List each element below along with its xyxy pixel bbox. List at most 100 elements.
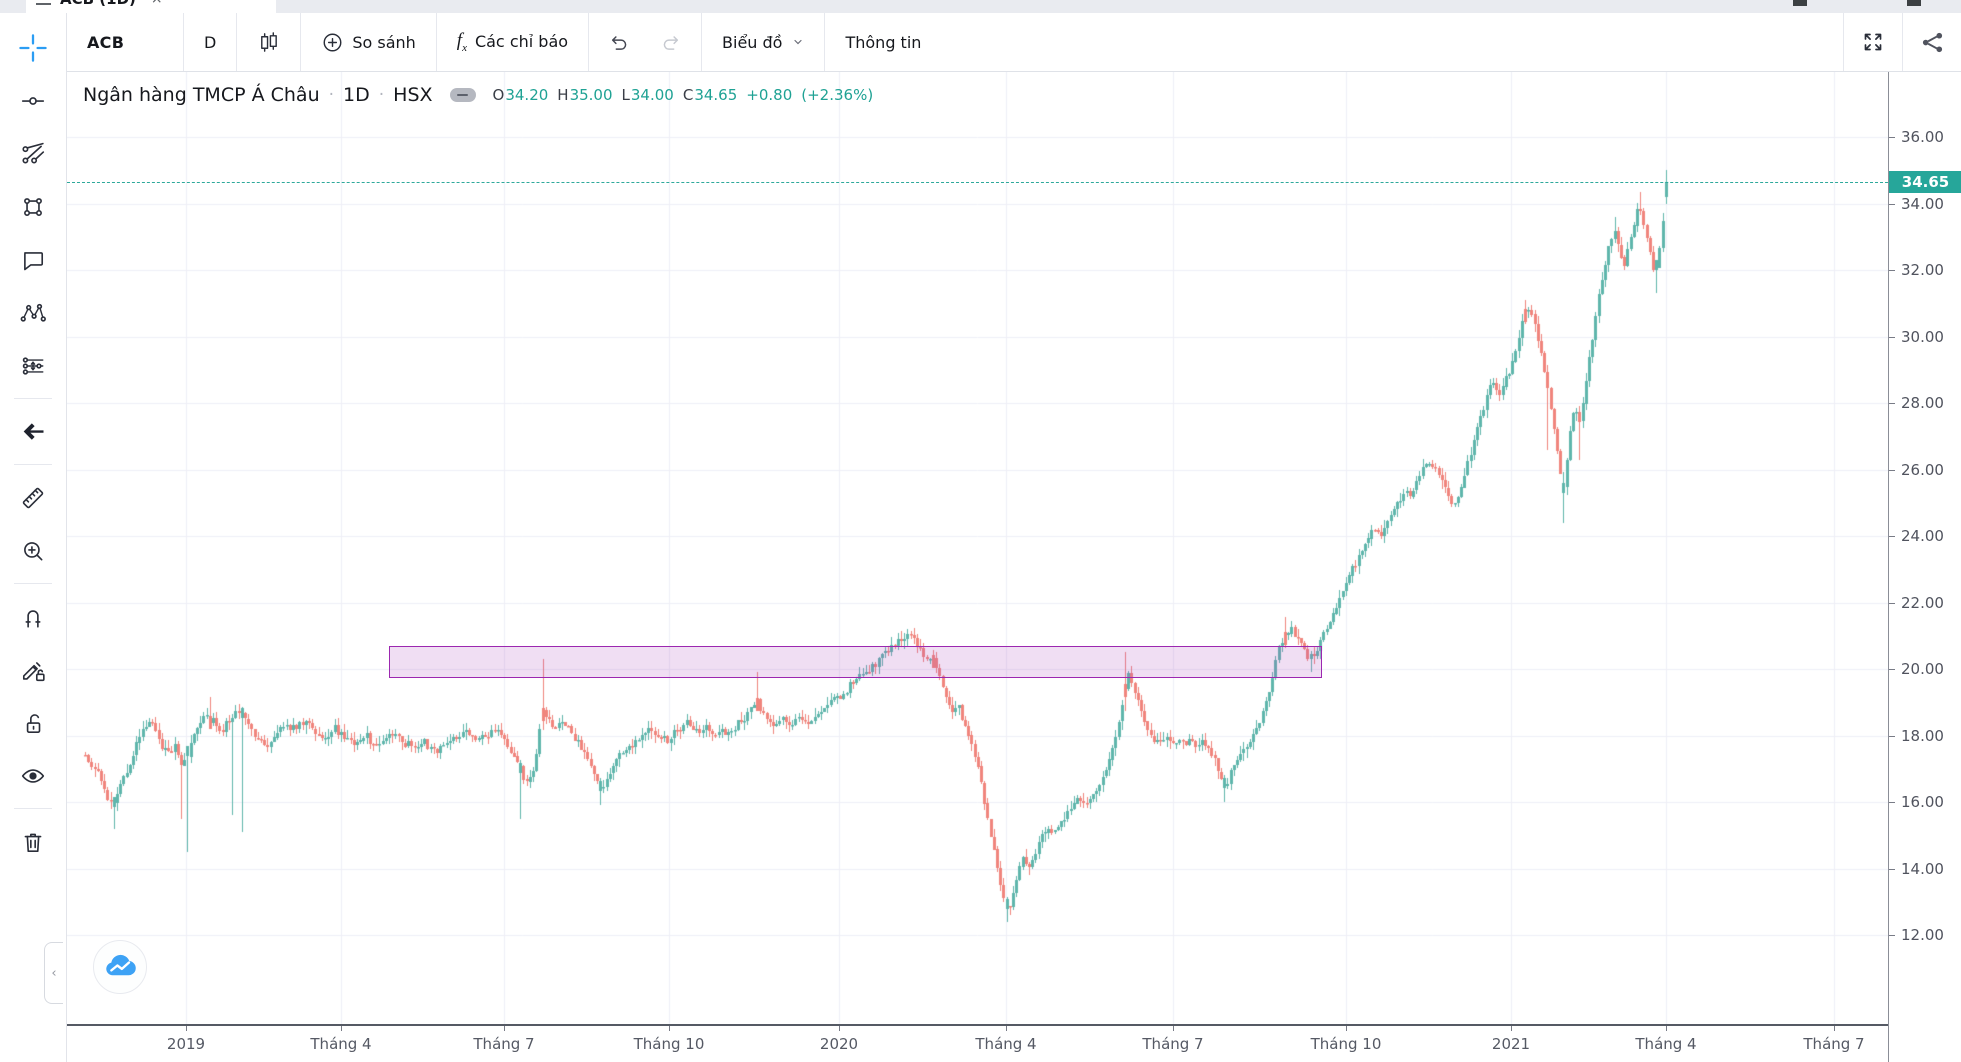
price-axis-label: 20.00 [1901,660,1944,678]
platform-logo-button[interactable] [93,940,147,994]
plus-circle-icon [321,31,344,54]
text-note-tool[interactable] [7,233,59,286]
trend-line-tool[interactable] [7,74,59,127]
symbol-search-button[interactable]: ACB [81,33,169,52]
redo-icon [659,31,681,53]
price-axis-label: 24.00 [1901,527,1944,545]
magnet-tool[interactable] [7,590,59,643]
app-root: ACB (1D) × ACB D So sánh [0,0,1961,1062]
legend-separator: · [379,85,384,105]
ohlc-values: O34.20 H35.00 L34.00 C34.65 +0.80 (+2.36… [493,86,874,104]
chart-plot[interactable]: Ngân hàng TMCP Á Châu · 1D · HSX O34.20 … [67,72,1888,1024]
highlight-zone-rectangle[interactable] [389,646,1322,678]
price-axis-tick [1889,403,1895,404]
current-price-label: 34.65 [1889,171,1961,193]
legend-symbol-title[interactable]: Ngân hàng TMCP Á Châu [83,84,320,106]
time-axis-label: 2020 [820,1035,858,1053]
low-value: 34.00 [631,86,674,104]
price-axis-tick [1889,470,1895,471]
top-toolbar: ACB D So sánh fx Các chỉ báo [67,13,1961,72]
sidebar-collapse-handle[interactable]: ‹ [44,942,63,1004]
chart-tab-title: ACB (1D) [60,0,136,8]
hide-all-drawings-tool[interactable] [7,749,59,802]
compare-button[interactable]: So sánh [315,31,421,54]
price-axis-tick [1889,935,1895,936]
compare-label: So sánh [352,33,415,52]
lock-all-drawings-tool[interactable] [7,696,59,749]
drawing-toolbar [0,13,67,1062]
sidebar-group-divider [14,464,52,465]
clipped-tab-icon [1907,0,1921,6]
chevron-down-icon [792,36,804,48]
indicators-label: Các chỉ báo [475,32,568,51]
time-axis-tick [839,1026,840,1031]
time-axis-tick [1834,1026,1835,1031]
high-value: 35.00 [570,86,613,104]
shapes-tool[interactable] [7,180,59,233]
price-axis-label: 16.00 [1901,793,1944,811]
price-axis-label: 18.00 [1901,727,1944,745]
crosshair-tool[interactable] [7,21,59,74]
undo-button[interactable] [603,31,637,53]
price-axis-tick [1889,137,1895,138]
share-icon [1920,30,1945,55]
legend-collapse-button[interactable] [450,88,476,102]
fullscreen-icon [1861,30,1885,54]
redo-button[interactable] [653,31,687,53]
back-arrow-tool[interactable] [7,405,59,458]
price-axis-label: 30.00 [1901,328,1944,346]
chart-tab[interactable]: ACB (1D) × [26,0,276,13]
time-axis-label: Tháng 7 [1803,1035,1864,1053]
time-axis-label: Tháng 4 [975,1035,1036,1053]
candlestick-style-icon [257,31,280,54]
time-axis[interactable]: 2019Tháng 4Tháng 7Tháng 102020Tháng 4Thá… [67,1024,1961,1062]
legend-interval[interactable]: 1D [343,84,370,106]
price-axis-tick [1889,536,1895,537]
drawing-sync-lock-tool[interactable] [7,643,59,696]
projection-tool[interactable] [7,339,59,392]
price-axis-tick [1889,736,1895,737]
chart-legend: Ngân hàng TMCP Á Châu · 1D · HSX O34.20 … [83,84,873,106]
chart-style-button[interactable] [251,31,286,54]
time-axis-tick [1006,1026,1007,1031]
info-button[interactable]: Thông tin [839,33,927,52]
remove-all-drawings-tool[interactable] [7,815,59,868]
chart-menu-label: Biểu đồ [722,33,782,52]
price-axis-label: 12.00 [1901,926,1944,944]
indicators-button[interactable]: fx Các chỉ báo [451,30,574,54]
chart-menu-button[interactable]: Biểu đồ [716,33,810,52]
time-axis-tick [341,1026,342,1031]
current-price-line [67,182,1888,183]
minus-icon [457,94,468,97]
share-button[interactable] [1903,13,1961,71]
hamburger-icon [36,0,51,5]
cloud-chart-logo-icon [102,949,138,985]
sidebar-group-divider [14,398,52,399]
fx-icon: fx [457,30,467,54]
fullscreen-button[interactable] [1844,13,1902,71]
price-axis-label: 34.00 [1901,195,1944,213]
tab-close-icon[interactable]: × [151,0,163,7]
ruler-tool[interactable] [7,471,59,524]
legend-exchange: HSX [393,84,432,106]
price-axis[interactable]: 34.65 36.0034.0032.0030.0028.0026.0024.0… [1888,72,1961,1062]
interval-button[interactable]: D [198,33,222,52]
time-axis-label: 2019 [167,1035,205,1053]
time-axis-label: Tháng 7 [1142,1035,1203,1053]
change-percent-value: (+2.36%) [801,86,873,104]
change-value: +0.80 [746,86,792,104]
price-axis-label: 26.00 [1901,461,1944,479]
time-axis-tick [504,1026,505,1031]
pitchfork-tool[interactable] [7,127,59,180]
xabcd-pattern-tool[interactable] [7,286,59,339]
time-axis-label: Tháng 10 [1311,1035,1382,1053]
time-axis-tick [1666,1026,1667,1031]
price-axis-label: 28.00 [1901,394,1944,412]
legend-separator: · [329,85,334,105]
candlestick-chart-canvas[interactable] [67,72,1888,1024]
price-axis-tick [1889,603,1895,604]
price-axis-tick [1889,270,1895,271]
time-axis-tick [1173,1026,1174,1031]
zoom-in-tool[interactable] [7,524,59,577]
sidebar-group-divider [14,808,52,809]
